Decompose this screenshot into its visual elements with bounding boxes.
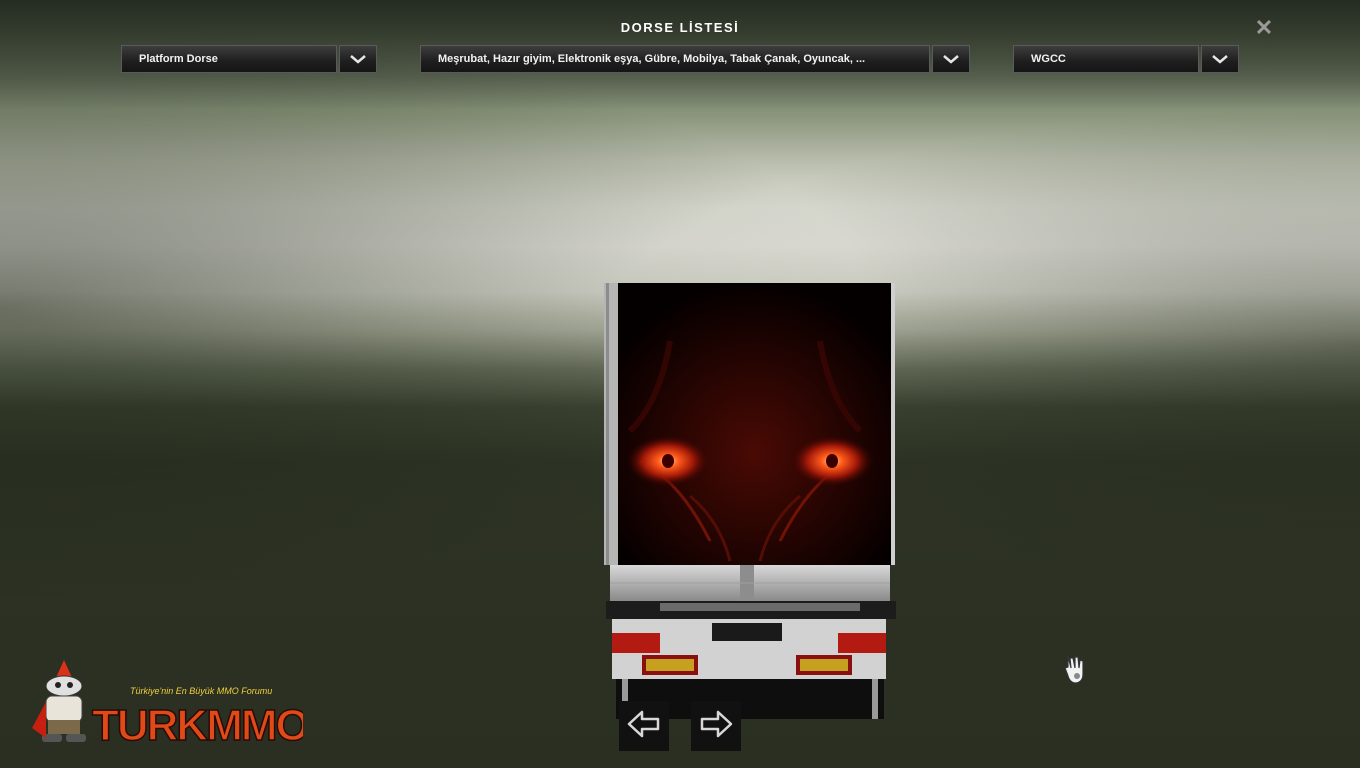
turkmmo-logo: TURKMMO Türkiye'nin En Büyük MMO Forumu — [28, 658, 311, 751]
previous-trailer-button[interactable] — [619, 701, 669, 751]
trailer-type-dropdown[interactable]: Platform Dorse — [121, 45, 377, 73]
arrow-right-icon — [699, 709, 733, 744]
window-title: DORSE LİSTESİ — [620, 20, 740, 35]
logo-tagline: Türkiye'nin En Büyük MMO Forumu — [130, 686, 272, 696]
hand-cursor-icon — [1062, 652, 1092, 686]
next-trailer-button[interactable] — [691, 701, 741, 751]
arrow-left-icon — [627, 709, 661, 744]
trailer-preview — [600, 281, 900, 721]
chevron-down-icon[interactable] — [932, 45, 970, 73]
chevron-down-icon[interactable] — [339, 45, 377, 73]
close-icon[interactable]: ✕ — [1254, 17, 1274, 39]
trailer-type-value[interactable]: Platform Dorse — [121, 45, 337, 73]
cargo-value[interactable]: Meşrubat, Hazır giyim, Elektronik eşya, … — [420, 45, 930, 73]
cargo-dropdown[interactable]: Meşrubat, Hazır giyim, Elektronik eşya, … — [420, 45, 970, 73]
company-dropdown[interactable]: WGCC — [1013, 45, 1239, 73]
company-value[interactable]: WGCC — [1013, 45, 1199, 73]
chevron-down-icon[interactable] — [1201, 45, 1239, 73]
logo-wordmark: TURKMMO — [92, 701, 303, 748]
